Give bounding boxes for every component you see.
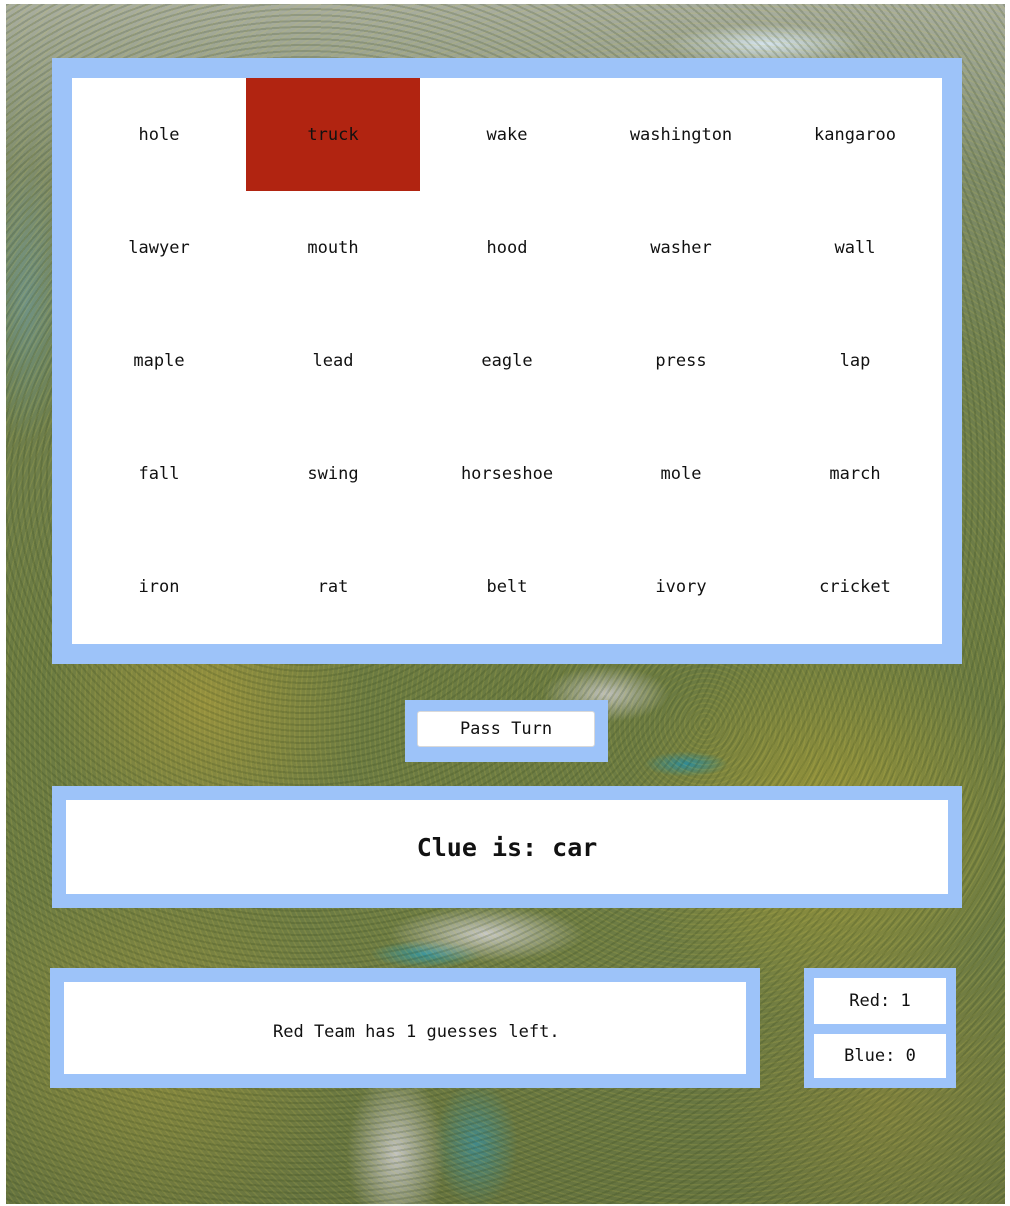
word-card-lead[interactable]: lead (246, 304, 420, 417)
word-card-kangaroo[interactable]: kangaroo (768, 78, 942, 191)
word-card-wall[interactable]: wall (768, 191, 942, 304)
word-card-lawyer[interactable]: lawyer (72, 191, 246, 304)
word-card-cricket[interactable]: cricket (768, 531, 942, 644)
status-frame: Red Team has 1 guesses left. (50, 968, 760, 1088)
word-card-mouth[interactable]: mouth (246, 191, 420, 304)
red-score: Red: 1 (814, 978, 946, 1024)
board-frame: hole truck wake washington kangaroo lawyer mou… (52, 58, 962, 664)
word-card-horseshoe[interactable]: horseshoe (420, 418, 594, 531)
word-board: hole truck wake washington kangaroo lawyer mou… (72, 78, 942, 644)
score-frame: Red: 1 Blue: 0 (804, 968, 956, 1088)
clue-display: Clue is: car (66, 800, 948, 894)
blue-score: Blue: 0 (814, 1034, 946, 1078)
guesses-left-text: Red Team has 1 guesses left. (273, 1022, 560, 1042)
word-card-belt[interactable]: belt (420, 531, 594, 644)
word-card-ivory[interactable]: ivory (594, 531, 768, 644)
pass-turn-button[interactable]: Pass Turn (417, 711, 595, 747)
word-card-washer[interactable]: washer (594, 191, 768, 304)
status-box: Red Team has 1 guesses left. (64, 982, 746, 1074)
word-card-mole[interactable]: mole (594, 418, 768, 531)
word-card-maple[interactable]: maple (72, 304, 246, 417)
word-card-hood[interactable]: hood (420, 191, 594, 304)
word-card-iron[interactable]: iron (72, 531, 246, 644)
word-card-washington[interactable]: washington (594, 78, 768, 191)
word-card-march[interactable]: march (768, 418, 942, 531)
word-card-truck[interactable]: truck (246, 78, 420, 192)
word-card-press[interactable]: press (594, 304, 768, 417)
pass-turn-frame: Pass Turn (405, 700, 608, 762)
word-card-wake[interactable]: wake (420, 78, 594, 191)
clue-frame: Clue is: car (52, 786, 962, 908)
word-card-fall[interactable]: fall (72, 418, 246, 531)
word-card-rat[interactable]: rat (246, 531, 420, 644)
word-card-eagle[interactable]: eagle (420, 304, 594, 417)
word-card-hole[interactable]: hole (72, 78, 246, 191)
word-card-swing[interactable]: swing (246, 418, 420, 531)
word-card-lap[interactable]: lap (768, 304, 942, 417)
